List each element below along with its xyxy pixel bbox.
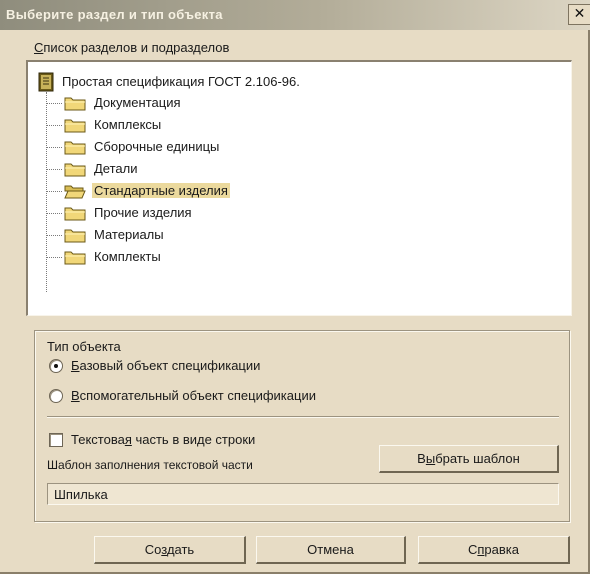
text-part-label-post: часть в виде строки <box>131 432 256 447</box>
folder-icon <box>64 119 86 133</box>
auxiliary-object-radio[interactable] <box>49 389 63 403</box>
tree-item-other-products[interactable]: Прочие изделия <box>46 203 466 223</box>
base-object-radio[interactable] <box>49 359 63 373</box>
auxiliary-object-text: спомогательный объект спецификации <box>79 388 316 403</box>
folder-icon <box>64 251 86 265</box>
help-button[interactable]: Справка <box>418 536 570 564</box>
choose-template-post: брать шаблон <box>435 451 520 466</box>
dialog-window: Выберите раздел и тип объекта ✕ Список р… <box>0 0 590 574</box>
create-post: дать <box>166 542 195 557</box>
tree-branch-line <box>46 125 62 126</box>
text-part-checkbox[interactable] <box>49 433 63 447</box>
tree-item-standard-products[interactable]: Стандартные изделия <box>46 181 466 201</box>
tree-item-complexes[interactable]: Комплексы <box>46 115 466 135</box>
tree-item-documentation[interactable]: Документация <box>46 93 466 113</box>
tree-item-kits[interactable]: Комплекты <box>46 247 466 267</box>
auxiliary-object-label[interactable]: Вспомогательный объект спецификации <box>71 388 316 403</box>
choose-template-accel: ы <box>425 451 436 466</box>
tree-item-label: Прочие изделия <box>94 205 192 220</box>
cancel-button[interactable]: Отмена <box>256 536 406 564</box>
tree-branch-line <box>46 213 62 214</box>
create-button[interactable]: Создать <box>94 536 246 564</box>
tree-root-label[interactable]: Простая спецификация ГОСТ 2.106-96. <box>62 74 300 89</box>
tree-branch-line <box>46 191 62 192</box>
title-bar[interactable]: Выберите раздел и тип объекта ✕ <box>0 0 590 30</box>
folder-icon <box>64 207 86 221</box>
help-post: равка <box>484 542 519 557</box>
close-button[interactable]: ✕ <box>568 4 590 25</box>
base-object-accel: Б <box>71 358 80 373</box>
choose-template-button[interactable]: Выбрать шаблон <box>379 445 559 473</box>
base-object-text: азовый объект спецификации <box>79 358 261 373</box>
tree-item-label: Детали <box>94 161 138 176</box>
group-separator <box>47 416 559 418</box>
section-list-label: Список разделов и подразделов <box>34 40 229 55</box>
tree-item-parts[interactable]: Детали <box>46 159 466 179</box>
tree-branch-line <box>46 257 62 258</box>
text-part-checkbox-label[interactable]: Текстовая часть в виде строки <box>71 432 255 447</box>
help-pre: С <box>467 542 478 557</box>
base-object-label[interactable]: Базовый объект спецификации <box>71 358 260 373</box>
choose-template-pre: В <box>417 451 426 466</box>
section-list-label-text: писок разделов и подразделов <box>43 40 230 55</box>
tree-item-materials[interactable]: Материалы <box>46 225 466 245</box>
template-value-field[interactable]: Шпилька <box>47 483 559 505</box>
folder-icon <box>64 229 86 243</box>
tree-item-label: Сборочные единицы <box>94 139 220 154</box>
specification-document-icon <box>38 72 54 92</box>
tree-item-label: Материалы <box>94 227 164 242</box>
text-part-label-pre: Текстова <box>71 432 125 447</box>
folder-icon <box>64 141 86 155</box>
object-type-title: Тип объекта <box>47 339 121 354</box>
object-type-group: Тип объекта Базовый объект спецификации … <box>34 330 570 522</box>
folder-icon <box>64 163 86 177</box>
tree-branch-line <box>46 235 62 236</box>
create-pre: Со <box>144 542 162 557</box>
folder-icon <box>64 97 86 111</box>
template-label: Шаблон заполнения текстовой части <box>47 458 253 472</box>
tree-item-label: Комплексы <box>94 117 162 132</box>
tree-item-label: Документация <box>94 95 181 110</box>
text-part-accel: я <box>124 432 132 447</box>
tree-branch-line <box>46 147 62 148</box>
tree-branch-line <box>46 169 62 170</box>
tree-item-label: Стандартные изделия <box>92 183 230 198</box>
auxiliary-object-accel: В <box>71 388 80 403</box>
tree-branch-line <box>46 103 62 104</box>
dialog-title: Выберите раздел и тип объекта <box>6 7 223 22</box>
open-folder-icon <box>64 185 86 199</box>
section-list-accel: С <box>34 40 44 55</box>
section-tree[interactable]: Простая спецификация ГОСТ 2.106-96. Доку… <box>26 60 572 316</box>
tree-item-assembly-units[interactable]: Сборочные единицы <box>46 137 466 157</box>
tree-item-label: Комплекты <box>94 249 161 264</box>
